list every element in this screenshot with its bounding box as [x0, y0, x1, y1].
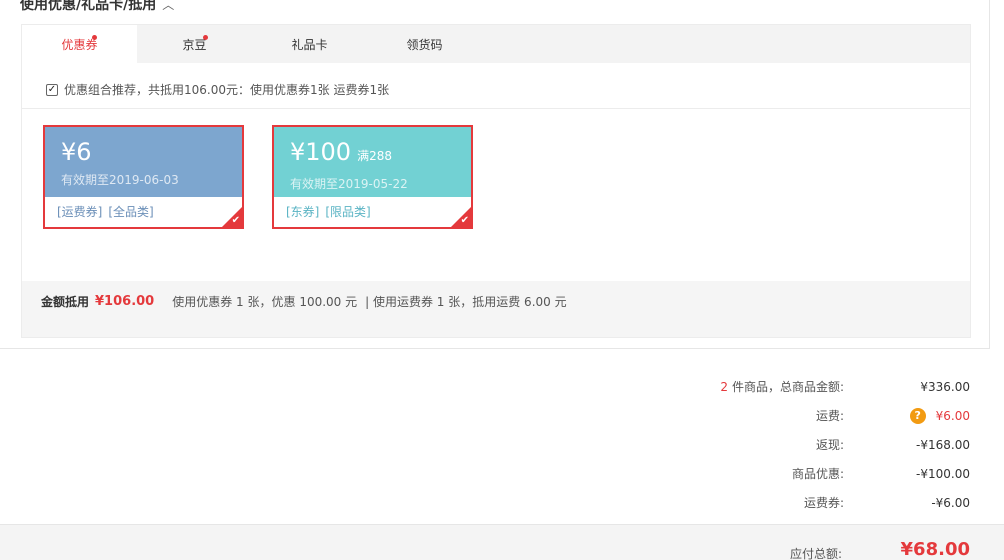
coupon-face: ¥100 满288 有效期至2019-05-22 — [274, 127, 471, 197]
coupon-condition: 满288 — [357, 149, 392, 163]
combo-recommend[interactable]: ✓ 优惠组合推荐，共抵用106.00元：使用优惠券1张 运费券1张 — [46, 81, 389, 98]
coupon-tags: [运费券] [全品类] — [45, 197, 242, 227]
combo-text: 优惠组合推荐，共抵用106.00元：使用优惠券1张 运费券1张 — [64, 83, 390, 97]
summary-detail-shipping: | 使用运费券 1 张，抵用运费 6.00 元 — [365, 295, 567, 309]
goods-label: 件商品，总商品金额: — [731, 380, 844, 394]
coupon-amount-value: ¥6 — [61, 138, 92, 166]
checkmark-icon: ✔ — [460, 215, 469, 226]
total-label: 应付总额: — [789, 547, 842, 560]
combo-checkbox[interactable]: ✓ — [46, 83, 58, 96]
coupon-tag: [运费券] — [57, 205, 103, 219]
total-value: ¥68.00 — [900, 539, 970, 560]
discount-summary: 金额抵用 ¥106.00 使用优惠券 1 张，优惠 100.00 元 | 使用运… — [41, 293, 567, 310]
tab-coupons[interactable]: 优惠券 — [22, 25, 137, 63]
new-dot-icon — [92, 35, 97, 40]
coupon-list-area: ✓ 优惠组合推荐，共抵用106.00元：使用优惠券1张 运费券1张 ¥6 有效期… — [22, 63, 970, 281]
checkmark-icon: ✔ — [231, 215, 240, 226]
question-icon[interactable]: ? — [909, 407, 926, 424]
tab-label: 领货码 — [406, 37, 443, 52]
fee-value: -¥100.00 — [916, 466, 970, 481]
discount-panel: 优惠券 京豆 礼品卡 领货码 ✓ 优惠组合推荐，共抵用106.00元：使用优惠券… — [21, 24, 971, 338]
coupon-amount-value: ¥100 — [290, 138, 352, 166]
fee-label: 运费: — [815, 409, 844, 423]
fee-row-goods: 2 件商品，总商品金额: ¥336.00 — [570, 372, 970, 401]
fee-breakdown: 2 件商品，总商品金额: ¥336.00 运费: ? ¥6.00 返现: -¥16… — [570, 372, 970, 517]
chevron-up-icon[interactable]: ︿ — [162, 0, 174, 13]
fee-label: 2 件商品，总商品金额: — [720, 378, 844, 395]
section-title-text: 使用优惠/礼品卡/抵用 — [20, 0, 157, 13]
fee-value: ? ¥6.00 — [844, 407, 970, 424]
coupon-amount: ¥6 — [61, 137, 226, 167]
shipping-value-group: ? ¥6.00 — [909, 407, 970, 424]
coupon-amount: ¥100 满288 — [290, 137, 455, 171]
coupon-tag: [全品类] — [108, 205, 154, 219]
fee-label: 返现: — [815, 438, 844, 452]
coupon-tag: [限品类] — [325, 205, 371, 219]
tab-jingdou[interactable]: 京豆 — [137, 25, 252, 63]
new-dot-icon — [203, 35, 208, 40]
goods-count: 2 — [720, 380, 728, 394]
summary-detail-coupon: 使用优惠券 1 张，优惠 100.00 元 — [172, 295, 358, 309]
coupon-expiry: 有效期至2019-05-22 — [290, 177, 408, 191]
tab-label: 礼品卡 — [291, 37, 328, 52]
fee-value: ¥336.00 — [920, 379, 970, 394]
total-bar: 应付总额: ¥68.00 — [0, 524, 1004, 560]
fee-label: 商品优惠: — [791, 467, 844, 481]
fee-label: 运费券: — [803, 496, 844, 510]
tab-bar: 优惠券 京豆 礼品卡 领货码 — [22, 25, 970, 63]
fee-value: -¥6.00 — [931, 495, 970, 510]
tab-gift-card[interactable]: 礼品卡 — [252, 25, 367, 63]
coupon-tag: [东券] — [286, 205, 320, 219]
coupon-face: ¥6 有效期至2019-06-03 — [45, 127, 242, 197]
summary-label: 金额抵用 — [41, 295, 90, 309]
coupon-card[interactable]: ¥6 有效期至2019-06-03 [运费券] [全品类] ✔ — [43, 125, 244, 229]
coupon-expiry: 有效期至2019-06-03 — [61, 173, 179, 187]
fee-value: -¥168.00 — [916, 437, 970, 452]
fee-row-shipping-coupon: 运费券: -¥6.00 — [570, 488, 970, 517]
section-title[interactable]: 使用优惠/礼品卡/抵用 ︿ — [20, 0, 174, 14]
coupon-card[interactable]: ¥100 满288 有效期至2019-05-22 [东券] [限品类] ✔ — [272, 125, 473, 229]
fee-row-shipping: 运费: ? ¥6.00 — [570, 401, 970, 430]
summary-amount: ¥106.00 — [95, 294, 155, 309]
fee-row-discount: 商品优惠: -¥100.00 — [570, 459, 970, 488]
coupon-tags: [东券] [限品类] — [274, 197, 471, 227]
shipping-value: ¥6.00 — [935, 408, 970, 423]
divider — [22, 108, 970, 109]
tab-pickup-code[interactable]: 领货码 — [367, 25, 482, 63]
fee-row-cashback: 返现: -¥168.00 — [570, 430, 970, 459]
